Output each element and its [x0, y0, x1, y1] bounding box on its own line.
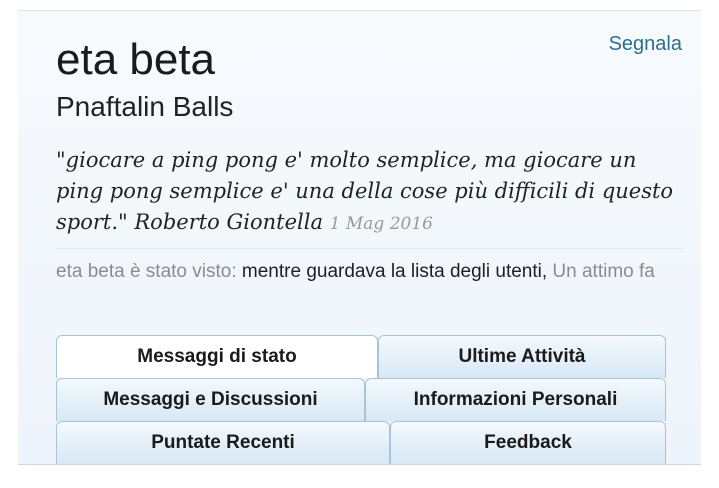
profile-panel: Segnala eta beta Pnaftalin Balls "giocar…	[18, 10, 701, 465]
profile-title: Pnaftalin Balls	[56, 91, 234, 122]
quote-date: 1 Mag 2016	[329, 214, 433, 234]
profile-tabs: Messaggi di stato Ultime Attività Messag…	[56, 335, 668, 464]
last-seen-prefix: eta beta è stato visto:	[56, 261, 237, 282]
tab-messages-discussions[interactable]: Messaggi e Discussioni	[56, 378, 365, 421]
tab-row: Messaggi di stato Ultime Attività	[56, 335, 668, 378]
tab-recent-activity[interactable]: Ultime Attività	[378, 335, 666, 378]
report-link[interactable]: Segnala	[609, 33, 682, 56]
tab-personal-info[interactable]: Informazioni Personali	[365, 378, 666, 421]
status-quote: "giocare a ping pong e' molto semplice, …	[56, 145, 686, 240]
tab-feedback[interactable]: Feedback	[390, 421, 666, 464]
quote-author: Roberto Giontella	[134, 210, 323, 234]
tab-recent-episodes[interactable]: Puntate Recenti	[56, 421, 390, 464]
tab-status-messages[interactable]: Messaggi di stato	[56, 335, 378, 378]
last-seen-time: Un attimo fa	[552, 261, 655, 282]
profile-username: eta beta	[56, 35, 216, 84]
tab-row: Messaggi e Discussioni Informazioni Pers…	[56, 378, 668, 421]
last-seen-info: eta beta è stato visto: mentre guardava …	[56, 259, 676, 285]
divider	[56, 248, 683, 249]
tab-row: Puntate Recenti Feedback	[56, 421, 668, 464]
last-seen-activity: mentre guardava la lista degli utenti,	[241, 261, 548, 282]
